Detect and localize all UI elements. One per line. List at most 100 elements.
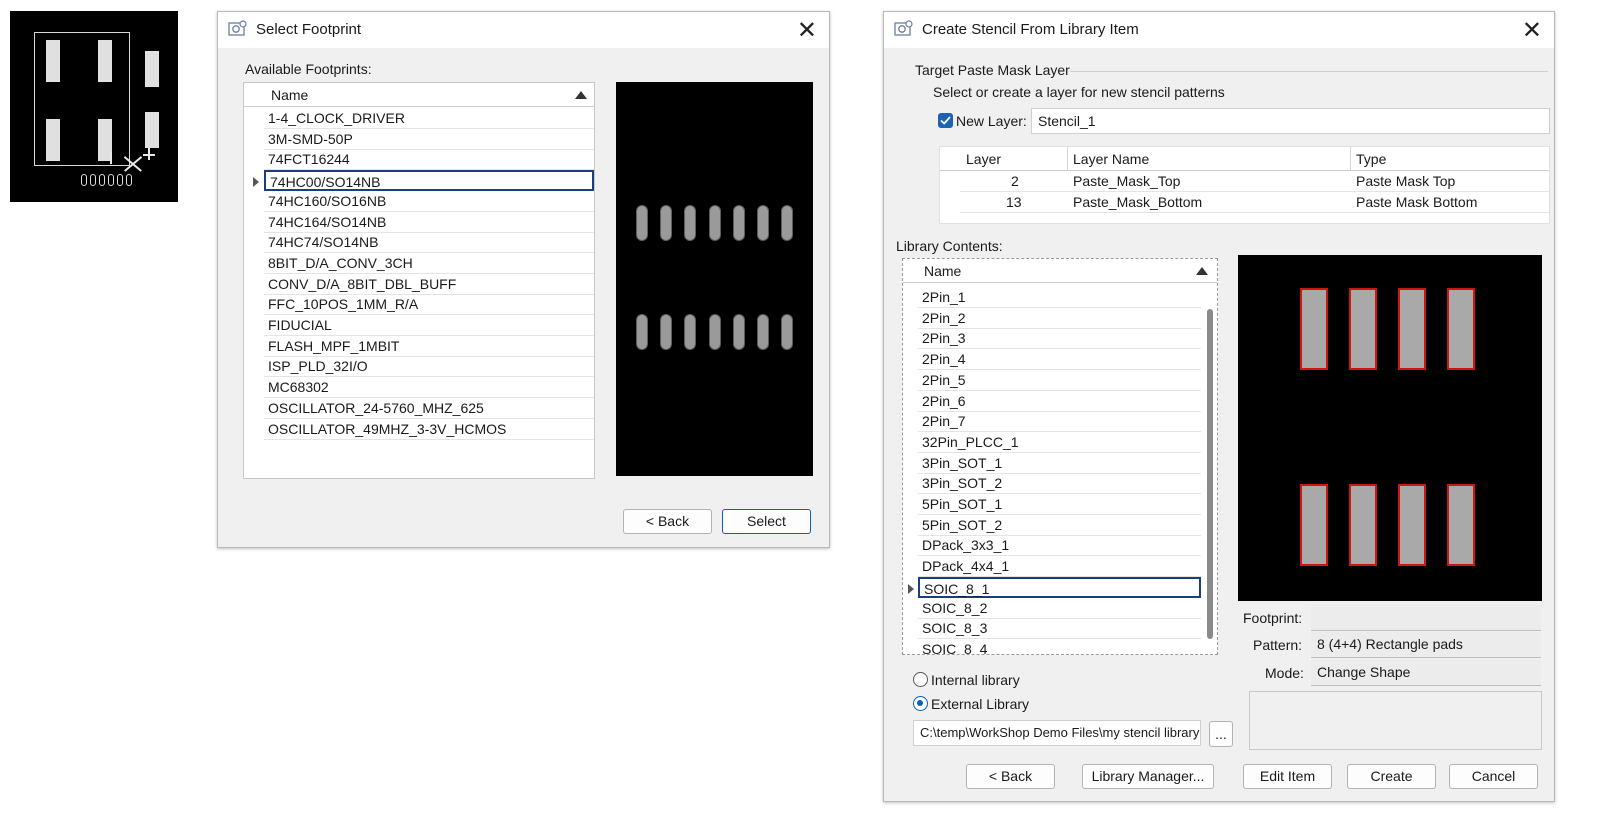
library-manager-button[interactable]: Library Manager... xyxy=(1082,764,1214,789)
oval-pad xyxy=(660,314,673,350)
library-item-name: SOIC_8_1 xyxy=(924,580,990,597)
footprint-list[interactable]: Name 1-4_CLOCK_DRIVER 3M-SMD-50P 74FCT1624… xyxy=(243,82,595,479)
select-footprint-dialog: Select Footprint ✕ Available Footprints:… xyxy=(217,11,830,548)
app-gear-icon xyxy=(894,20,913,36)
library-item-name: SOIC_8_2 xyxy=(922,599,988,616)
footprint-row[interactable]: 8BIT_D/A_CONV_3CH xyxy=(264,253,594,274)
footprint-row[interactable]: 1-4_CLOCK_DRIVER xyxy=(264,108,594,129)
type-column-header[interactable]: Type xyxy=(1356,151,1386,167)
footprint-row[interactable]: FLASH_MPF_1MBIT xyxy=(264,336,594,357)
column-divider xyxy=(1350,147,1351,171)
app-gear-icon xyxy=(228,20,247,36)
library-row[interactable]: 2Pin_3 xyxy=(918,328,1201,350)
layers-table[interactable]: Layer Layer Name Type 2 Paste_Mask_Top P… xyxy=(939,146,1550,224)
close-icon[interactable]: ✕ xyxy=(797,17,817,43)
close-icon[interactable]: ✕ xyxy=(1522,17,1542,43)
footprint-label: Footprint: xyxy=(1243,610,1303,626)
library-row[interactable]: 5Pin_SOT_2 xyxy=(918,515,1201,536)
footprint-row[interactable]: 74HC74/SO14NB xyxy=(264,232,594,254)
library-row[interactable]: DPack_4x4_1 xyxy=(918,556,1201,578)
library-row[interactable]: 2Pin_6 xyxy=(918,391,1201,412)
new-layer-checkbox[interactable] xyxy=(938,113,953,128)
layer-number: 13 xyxy=(1006,194,1022,210)
layer-row[interactable]: 13 Paste_Mask_Bottom Paste Mask Bottom xyxy=(960,192,1549,213)
select-button[interactable]: Select xyxy=(722,509,811,534)
library-contents-list[interactable]: Name 2Pin_1 2Pin_2 2Pin_3 2Pin_4 2Pin_5 2Pin_… xyxy=(902,258,1218,655)
oval-pad xyxy=(636,205,648,241)
browse-button[interactable]: ... xyxy=(1209,721,1233,747)
list-header[interactable]: Name xyxy=(244,83,594,107)
vertical-scrollbar[interactable] xyxy=(1207,309,1213,639)
footprint-row[interactable]: OSCILLATOR_24-5760_MHZ_625 xyxy=(264,398,594,419)
pcb-pad xyxy=(46,119,60,161)
library-row[interactable]: SOIC_8_3 xyxy=(918,618,1201,640)
footprint-row[interactable]: 74HC164/SO14NB xyxy=(264,212,594,233)
back-button[interactable]: < Back xyxy=(623,509,712,534)
footprint-row[interactable]: FFC_10POS_1MM_R/A xyxy=(264,294,594,316)
cancel-button[interactable]: Cancel xyxy=(1449,764,1538,789)
library-row[interactable]: 5Pin_SOT_1 xyxy=(918,494,1201,515)
sort-ascending-icon[interactable] xyxy=(1196,267,1208,275)
footprint-name: MC68302 xyxy=(268,379,329,396)
footprint-row[interactable]: FIDUCIAL xyxy=(264,315,594,336)
library-item-name: 2Pin_5 xyxy=(922,371,966,388)
create-button[interactable]: Create xyxy=(1347,764,1436,789)
footprint-row[interactable]: OSCILLATOR_49MHZ_3-3V_HCMOS xyxy=(264,419,594,440)
library-item-name: SOIC_8_4 xyxy=(922,640,988,655)
footprint-row[interactable]: ISP_PLD_32I/O xyxy=(264,356,594,378)
external-library-radio[interactable] xyxy=(913,696,928,711)
oval-pad xyxy=(781,205,794,241)
pcb-pad xyxy=(145,51,159,87)
layer-type: Paste Mask Bottom xyxy=(1356,194,1478,210)
internal-library-radio[interactable] xyxy=(913,672,928,687)
layer-name: Paste_Mask_Bottom xyxy=(1073,194,1203,210)
footprint-row[interactable]: MC68302 xyxy=(264,377,594,399)
library-row[interactable]: 2Pin_2 xyxy=(918,308,1201,329)
pcb-small-pad xyxy=(99,174,105,186)
library-row[interactable]: SOIC_8_4 xyxy=(918,639,1201,655)
layer-name-column-header[interactable]: Layer Name xyxy=(1073,151,1149,167)
library-row[interactable]: 2Pin_4 xyxy=(918,349,1201,371)
library-row[interactable]: 2Pin_5 xyxy=(918,370,1201,391)
layer-row[interactable]: 2 Paste_Mask_Top Paste Mask Top xyxy=(960,171,1549,192)
current-row-pointer-icon xyxy=(253,177,259,188)
footprint-row[interactable]: 74HC160/SO16NB xyxy=(264,191,594,212)
checkmark-icon xyxy=(940,116,951,125)
library-row[interactable]: SOIC_8_2 xyxy=(918,598,1201,619)
footprint-row[interactable]: CONV_D/A_8BIT_DBL_BUFF xyxy=(264,274,594,295)
list-header[interactable]: Name xyxy=(903,259,1217,283)
layers-table-header: Layer Layer Name Type xyxy=(940,147,1549,171)
footprint-name: 74HC74/SO14NB xyxy=(268,234,379,251)
oval-pad xyxy=(660,205,673,241)
library-row[interactable]: 3Pin_SOT_1 xyxy=(918,453,1201,474)
library-row[interactable]: 3Pin_SOT_2 xyxy=(918,473,1201,495)
oval-pad xyxy=(757,205,769,241)
library-row[interactable]: 32Pin_PLCC_1 xyxy=(918,432,1201,453)
target-paste-mask-group-label: Target Paste Mask Layer xyxy=(915,62,1070,78)
new-layer-name-input[interactable]: Stencil_1 xyxy=(1031,108,1550,134)
layer-column-header[interactable]: Layer xyxy=(966,151,1001,167)
footprint-name: OSCILLATOR_24-5760_MHZ_625 xyxy=(268,399,484,416)
footprint-row[interactable]: 3M-SMD-50P xyxy=(264,129,594,150)
footprint-name: 74FCT16244 xyxy=(268,151,350,168)
edit-item-button[interactable]: Edit Item xyxy=(1243,764,1332,789)
library-row[interactable]: 2Pin_1 xyxy=(918,287,1201,308)
oval-pad xyxy=(636,314,648,350)
back-button[interactable]: < Back xyxy=(966,764,1055,789)
library-item-name: 2Pin_1 xyxy=(922,289,966,305)
cursor-tick xyxy=(143,154,155,156)
footprint-name: FLASH_MPF_1MBIT xyxy=(268,337,400,354)
footprint-row[interactable]: 74HC00/SO14NB xyxy=(253,170,594,192)
library-item-name: 2Pin_4 xyxy=(922,351,966,368)
sort-ascending-icon[interactable] xyxy=(575,91,587,99)
footprint-row[interactable]: 74FCT16244 xyxy=(264,149,594,171)
mode-value[interactable]: Change Shape xyxy=(1311,660,1541,686)
external-library-label: External Library xyxy=(931,696,1030,712)
library-row[interactable]: 2Pin_7 xyxy=(918,411,1201,433)
library-row[interactable]: SOIC_8_1 xyxy=(908,576,1201,598)
library-path-input[interactable]: C:\temp\WorkShop Demo Files\my stencil l… xyxy=(913,720,1201,746)
column-name-header[interactable]: Name xyxy=(924,263,961,279)
library-row[interactable]: DPack_3x3_1 xyxy=(918,535,1201,557)
rectangle-pad xyxy=(1447,288,1475,370)
column-name-header[interactable]: Name xyxy=(271,87,308,103)
